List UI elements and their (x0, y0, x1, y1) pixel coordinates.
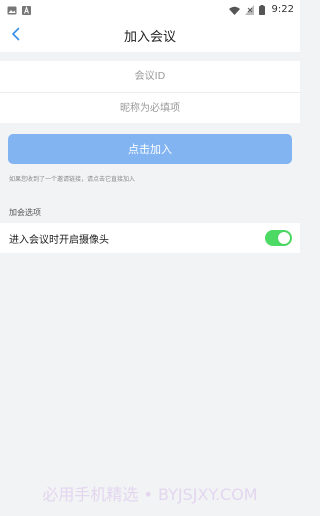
camera-toggle[interactable] (265, 230, 292, 246)
meeting-id-row (0, 61, 300, 92)
camera-option-label: 进入会议时开启摄像头 (9, 234, 109, 246)
options-section-title: 加会选项 (9, 208, 41, 217)
watermark: 必用手机精选 • BYJSJXY.COM (42, 485, 258, 504)
status-left (7, 0, 31, 19)
image-icon (7, 0, 17, 19)
battery-icon (258, 0, 265, 19)
status-right: 9:22 (228, 0, 294, 19)
camera-option-row: 进入会议时开启摄像头 (0, 223, 300, 253)
app-a-icon (22, 0, 31, 19)
join-form (0, 61, 300, 123)
meeting-id-input[interactable] (0, 61, 300, 92)
nickname-row (0, 92, 300, 123)
status-bar: 9:22 (0, 0, 300, 18)
page-title: 加入会议 (123, 29, 176, 45)
status-time: 9:22 (271, 3, 294, 15)
toggle-knob (278, 232, 290, 244)
back-button[interactable] (4, 23, 28, 47)
wifi-icon (228, 0, 240, 19)
chevron-left-icon (11, 26, 21, 45)
signal-off-icon (244, 0, 254, 19)
nav-bar: 加入会议 (0, 18, 300, 52)
invite-hint: 如果您收到了一个邀请链接，请点击它直接加入 (9, 176, 136, 183)
join-button[interactable]: 点击加入 (8, 134, 292, 164)
nickname-input[interactable] (0, 93, 300, 123)
